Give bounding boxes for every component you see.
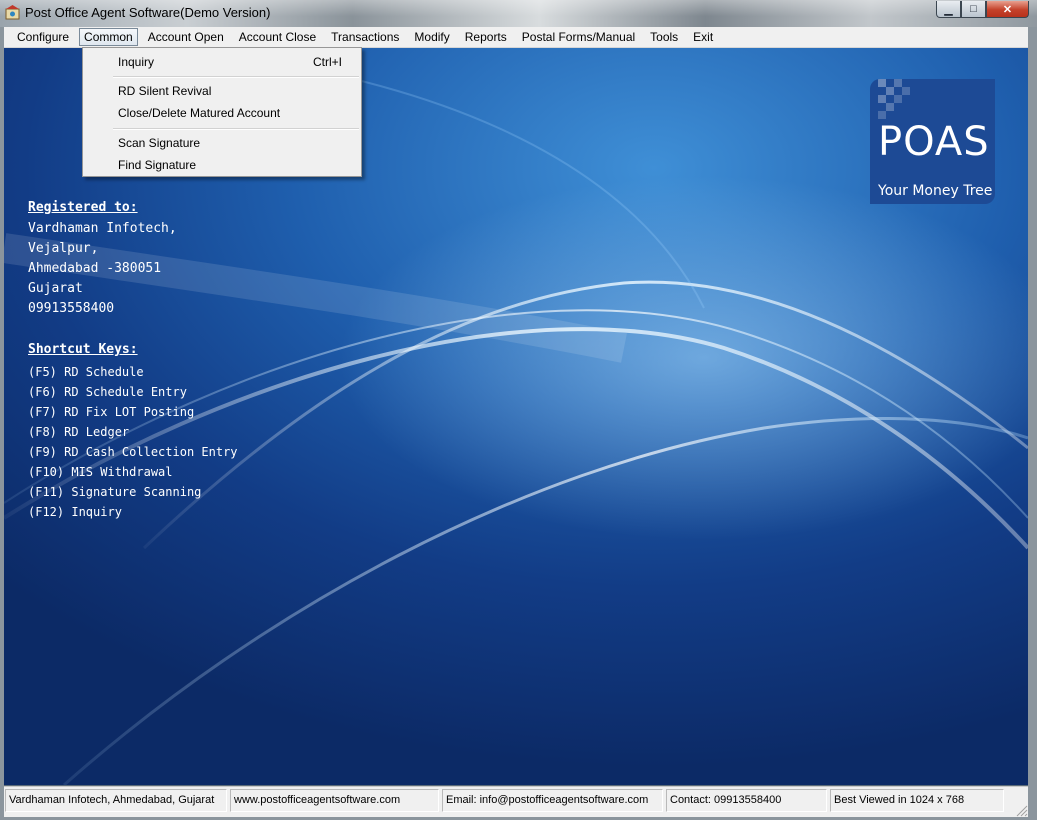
menu-item-inquiry[interactable]: Inquiry Ctrl+I xyxy=(85,51,359,73)
menu-exit[interactable]: Exit xyxy=(688,28,718,46)
menu-postal-forms[interactable]: Postal Forms/Manual xyxy=(517,28,640,46)
menu-configure[interactable]: Configure xyxy=(12,28,74,46)
menu-modify[interactable]: Modify xyxy=(409,28,454,46)
shortcut-item: (F6) RD Schedule Entry xyxy=(28,385,187,399)
window-frame-right xyxy=(1028,27,1037,820)
menu-common[interactable]: Common xyxy=(79,28,138,46)
window-title: Post Office Agent Software(Demo Version) xyxy=(25,5,271,20)
common-dropdown-menu: Inquiry Ctrl+I RD Silent Revival Close/D… xyxy=(82,47,362,177)
registered-heading: Registered to: xyxy=(28,200,138,215)
poas-logo: POAS Your Money Tree xyxy=(870,79,995,204)
menu-tools[interactable]: Tools xyxy=(645,28,683,46)
status-email: Email: info@postofficeagentsoftware.com xyxy=(442,789,663,812)
title-bar: Post Office Agent Software(Demo Version)… xyxy=(0,0,1037,27)
close-icon: ✕ xyxy=(1002,3,1013,16)
menu-reports[interactable]: Reports xyxy=(460,28,512,46)
close-delete-matured-label: Close/Delete Matured Account xyxy=(118,106,281,120)
logo-tagline: Your Money Tree xyxy=(878,183,993,199)
shortcut-item: (F8) RD Ledger xyxy=(28,425,130,439)
registered-line: Gujarat xyxy=(28,281,83,296)
menu-item-find-signature[interactable]: Find Signature xyxy=(85,154,359,176)
shortcut-item: (F9) RD Cash Collection Entry xyxy=(28,445,238,459)
menu-separator xyxy=(113,76,359,78)
close-button[interactable]: ✕ xyxy=(986,1,1029,18)
inquiry-label: Inquiry xyxy=(118,55,155,69)
status-contact: Contact: 09913558400 xyxy=(666,789,827,812)
status-bar: Vardhaman Infotech, Ahmedabad, Gujarat w… xyxy=(4,786,1028,817)
registered-section: Registered to: Vardhaman Infotech, Vejal… xyxy=(28,200,177,319)
menu-bar: Configure Common Account Open Account Cl… xyxy=(4,27,1028,48)
menu-item-rd-silent-revival[interactable]: RD Silent Revival xyxy=(85,80,359,102)
rd-silent-revival-label: RD Silent Revival xyxy=(118,84,212,98)
maximize-icon: □ xyxy=(970,3,977,15)
menu-transactions[interactable]: Transactions xyxy=(326,28,404,46)
logo-title: POAS xyxy=(878,119,990,165)
minimize-icon: ▁ xyxy=(944,3,953,16)
menu-account-open[interactable]: Account Open xyxy=(143,28,229,46)
menu-separator xyxy=(113,128,359,130)
menu-account-close[interactable]: Account Close xyxy=(234,28,321,46)
status-website: www.postofficeagentsoftware.com xyxy=(230,789,439,812)
resize-grip-icon[interactable] xyxy=(1014,803,1028,817)
find-signature-label: Find Signature xyxy=(118,158,197,172)
shortcut-item: (F11) Signature Scanning xyxy=(28,485,202,499)
scan-signature-label: Scan Signature xyxy=(118,136,201,150)
registered-line: Vardhaman Infotech, xyxy=(28,221,177,236)
menu-item-close-delete-matured[interactable]: Close/Delete Matured Account xyxy=(85,102,359,124)
registered-line: 09913558400 xyxy=(28,301,115,316)
shortcut-item: (F10) MIS Withdrawal xyxy=(28,465,173,479)
status-best-viewed: Best Viewed in 1024 x 768 xyxy=(830,789,1004,812)
minimize-button[interactable]: ▁ xyxy=(936,1,961,18)
shortcut-item: (F5) RD Schedule xyxy=(28,365,144,379)
shortcut-item: (F7) RD Fix LOT Posting xyxy=(28,405,195,419)
shortcut-item: (F12) Inquiry xyxy=(28,505,122,519)
menu-item-scan-signature[interactable]: Scan Signature xyxy=(85,132,359,154)
inquiry-shortcut: Ctrl+I xyxy=(312,55,342,69)
app-icon xyxy=(5,5,20,20)
shortcut-section: Shortcut Keys: (F5) RD Schedule (F6) RD … xyxy=(28,342,238,522)
status-company: Vardhaman Infotech, Ahmedabad, Gujarat xyxy=(5,789,227,812)
registered-line: Ahmedabad -380051 xyxy=(28,261,162,276)
registered-line: Vejalpur, xyxy=(28,241,99,256)
maximize-button[interactable]: □ xyxy=(961,1,986,18)
shortcut-heading: Shortcut Keys: xyxy=(28,342,138,357)
